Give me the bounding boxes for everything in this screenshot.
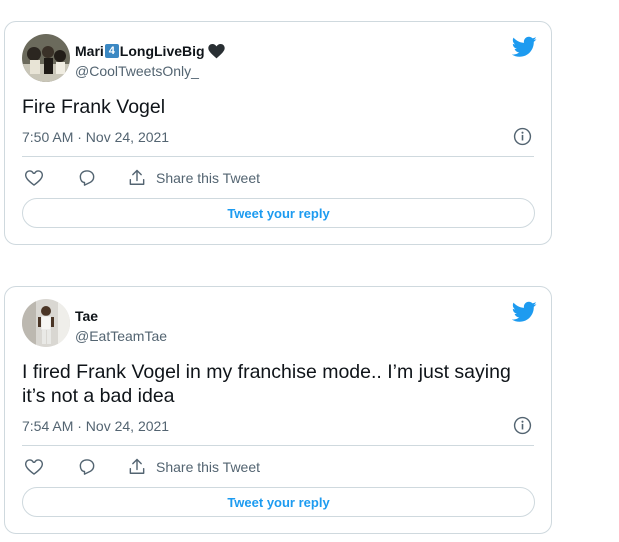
divider [22,156,534,157]
avatar[interactable] [22,34,70,82]
share-button[interactable]: Share this Tweet [127,457,260,477]
share-label: Share this Tweet [156,170,261,186]
tweet-actions: Share this Tweet [22,166,534,190]
tweet-text: Fire Frank Vogel [22,96,166,118]
tweet-meta: 7:54 AM · Nov 24, 2021 [22,416,534,435]
tweet-text: I fired Frank Vogel in my franchise mode… [22,361,511,407]
tweet-header: Tae @EatTeamTae [22,299,537,349]
tweet-card[interactable]: Mari 4 LongLiveBig @CoolTweetsOnly_ Fire… [4,21,552,245]
share-icon [129,458,145,474]
keycap-emoji: 4 [104,44,119,58]
tweet-reply-button[interactable]: Tweet your reply [22,487,535,517]
tweet-timestamp[interactable]: 7:50 AM · Nov 24, 2021 [22,129,169,145]
info-icon[interactable] [513,416,532,435]
share-icon [129,169,145,185]
heart-icon[interactable] [24,168,44,188]
twitter-bird-icon[interactable] [512,301,537,323]
display-name[interactable]: Mari 4 LongLiveBig [75,42,225,60]
reply-icon[interactable] [77,457,97,477]
display-name-text: LongLiveBig [119,43,205,59]
display-name-text: Mari [75,43,104,59]
tweet-reply-button[interactable]: Tweet your reply [22,198,535,228]
tweet-meta: 7:50 AM · Nov 24, 2021 [22,127,534,146]
tweet-card[interactable]: Tae @EatTeamTae I fired Frank Vogel in m… [4,286,552,534]
user-handle[interactable]: @EatTeamTae [75,327,167,345]
tweet-timestamp[interactable]: 7:54 AM · Nov 24, 2021 [22,418,169,434]
divider [22,445,534,446]
avatar[interactable] [22,299,70,347]
share-label: Share this Tweet [156,459,261,475]
black-heart-icon [207,43,225,58]
heart-icon[interactable] [24,457,44,477]
display-name[interactable]: Tae [75,307,167,325]
share-button[interactable]: Share this Tweet [127,168,260,188]
reply-icon[interactable] [77,168,97,188]
twitter-bird-icon[interactable] [512,36,537,58]
tweet-actions: Share this Tweet [22,455,534,479]
user-handle[interactable]: @CoolTweetsOnly_ [75,62,225,80]
tweet-header: Mari 4 LongLiveBig @CoolTweetsOnly_ [22,34,537,84]
info-icon[interactable] [513,127,532,146]
